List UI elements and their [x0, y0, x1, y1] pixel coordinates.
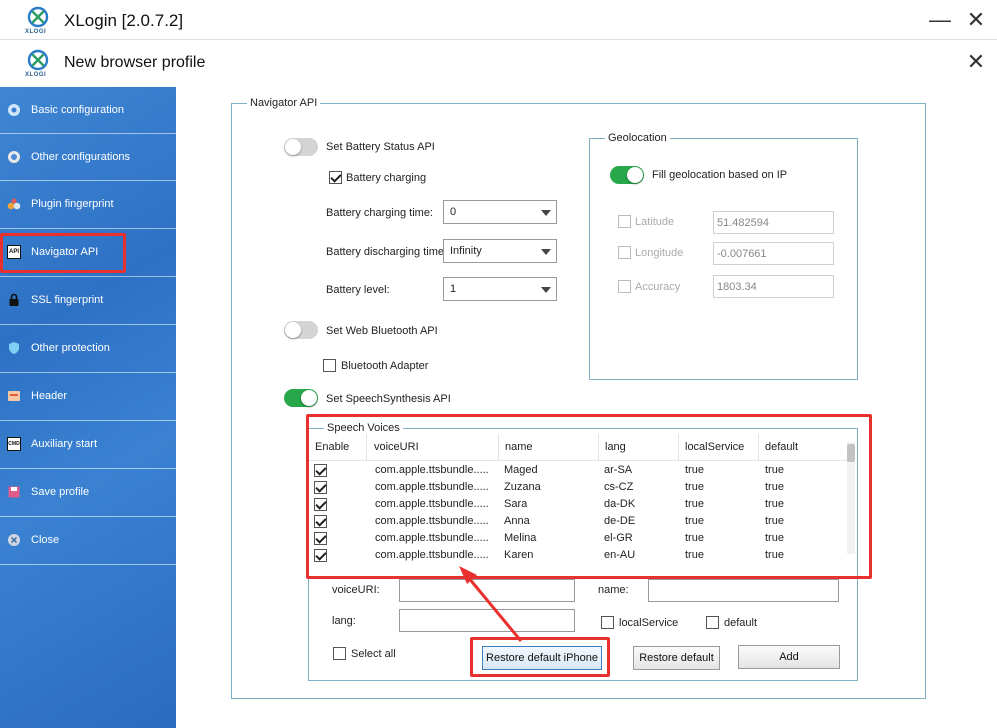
save-icon [7, 485, 21, 499]
battery-discharging-time-select[interactable]: Infinity [443, 239, 557, 263]
highlight-restore-iphone [470, 637, 610, 677]
highlight-speech-voices [306, 414, 872, 579]
sidebar-item-label: Other protection [31, 342, 110, 354]
toggle-knob [627, 167, 643, 183]
latitude-input[interactable]: 51.482594 [713, 211, 834, 234]
sidebar-item-save-profile[interactable]: Save profile [0, 469, 176, 517]
dialog-title: New browser profile [64, 54, 206, 71]
window-title: XLogin [2.0.7.2] [64, 11, 184, 30]
sidebar-item-label: Basic configuration [31, 104, 124, 116]
lang-label: lang: [332, 615, 356, 627]
xlogin-logo-small: XLOGI [23, 47, 53, 81]
dialog-close-button[interactable]: ✕ [964, 51, 988, 75]
cmd-icon: CMD [7, 437, 21, 451]
voiceuri-label: voiceURI: [332, 584, 380, 596]
protect-icon [7, 341, 21, 355]
geolocation-ip-toggle[interactable] [610, 166, 644, 184]
select-value: 0 [450, 206, 457, 218]
sidebar-item-plugin-fingerprint[interactable]: Plugin fingerprint [0, 181, 176, 229]
close-icon [7, 533, 21, 547]
web-bluetooth-toggle[interactable] [284, 321, 318, 339]
sidebar-item-label: Other configurations [31, 151, 131, 163]
name-label: name: [598, 584, 629, 596]
app-window: XLOGI XLogin [2.0.7.2] — ✕ XLOGI New bro… [0, 0, 997, 728]
speech-synthesis-toggle[interactable] [284, 389, 318, 407]
default-label: default [724, 617, 758, 629]
sidebar: Basic configuration Other configurations… [0, 87, 176, 728]
xlogin-logo: XLOGI [23, 4, 53, 38]
localservice-checkbox[interactable] [601, 616, 614, 629]
bluetooth-adapter-label: Bluetooth Adapter [341, 360, 429, 372]
battery-status-toggle[interactable] [284, 138, 318, 156]
geolocation-ip-label: Fill geolocation based on IP [652, 169, 788, 181]
lang-input[interactable] [399, 609, 575, 632]
sidebar-item-other-protection[interactable]: Other protection [0, 325, 176, 373]
geolocation-title: Geolocation [605, 132, 670, 144]
toggle-knob [301, 390, 317, 406]
navigator-api-group-title: Navigator API [247, 97, 321, 109]
chevron-down-icon [541, 210, 551, 216]
minimize-button[interactable]: — [928, 9, 952, 33]
select-all-checkbox[interactable] [333, 647, 346, 660]
input-value: 51.482594 [717, 217, 769, 229]
select-value: 1 [450, 283, 457, 295]
input-value: 1803.34 [717, 281, 757, 293]
battery-level-label: Battery level: [326, 284, 390, 296]
highlight-navigator-api [0, 233, 126, 273]
window-close-button[interactable]: ✕ [964, 9, 988, 33]
toggle-knob [285, 322, 301, 338]
web-bluetooth-label: Set Web Bluetooth API [326, 325, 438, 337]
logo-text-small: XLOGI [25, 72, 47, 78]
accuracy-input[interactable]: 1803.34 [713, 275, 834, 298]
sidebar-item-ssl-fingerprint[interactable]: SSL fingerprint [0, 277, 176, 325]
restore-default-button[interactable]: Restore default [633, 646, 720, 670]
latitude-checkbox[interactable] [618, 215, 631, 228]
sidebar-item-label: Auxiliary start [31, 438, 98, 450]
voiceuri-input[interactable] [399, 579, 575, 602]
sidebar-item-other-configurations[interactable]: Other configurations [0, 134, 176, 181]
battery-level-select[interactable]: 1 [443, 277, 557, 301]
battery-discharging-time-label: Battery discharging time [326, 246, 444, 258]
sidebar-item-label: Plugin fingerprint [31, 198, 114, 210]
longitude-label: Longitude [635, 247, 684, 259]
accuracy-checkbox[interactable] [618, 280, 631, 293]
sidebar-item-close[interactable]: Close [0, 517, 176, 565]
battery-charging-time-label: Battery charging time: [326, 207, 433, 219]
battery-status-label: Set Battery Status API [326, 141, 435, 153]
longitude-input[interactable]: -0.007661 [713, 242, 834, 265]
default-checkbox[interactable] [706, 616, 719, 629]
sidebar-item-label: Header [31, 390, 68, 402]
chevron-down-icon [541, 249, 551, 255]
add-button[interactable]: Add [738, 645, 840, 669]
input-value: -0.007661 [717, 248, 767, 260]
toggle-knob [285, 139, 301, 155]
sidebar-item-label: SSL fingerprint [31, 294, 104, 306]
name-input[interactable] [648, 579, 839, 602]
lock-icon [7, 293, 21, 307]
chrome-icon [7, 150, 21, 164]
accuracy-label: Accuracy [635, 281, 681, 293]
header-icon [7, 389, 21, 403]
battery-charging-time-select[interactable]: 0 [443, 200, 557, 224]
basic-icon [7, 103, 21, 117]
title-bar: XLOGI XLogin [2.0.7.2] — ✕ [0, 0, 997, 40]
chevron-down-icon [541, 287, 551, 293]
latitude-label: Latitude [635, 216, 675, 228]
sidebar-item-basic-configuration[interactable]: Basic configuration [0, 87, 176, 134]
localservice-label: localService [619, 617, 679, 629]
plugin-icon [7, 197, 21, 211]
sidebar-item-auxiliary-start[interactable]: CMD Auxiliary start [0, 421, 176, 469]
select-value: Infinity [450, 245, 482, 257]
logo-text: XLOGI [25, 29, 47, 35]
sidebar-item-label: Save profile [31, 486, 90, 498]
sidebar-item-header[interactable]: Header [0, 373, 176, 421]
cmd-badge: CMD [7, 437, 21, 451]
battery-charging-label: Battery charging [346, 172, 427, 184]
longitude-checkbox[interactable] [618, 246, 631, 259]
bluetooth-adapter-checkbox[interactable] [323, 359, 336, 372]
sidebar-item-label: Close [31, 534, 60, 546]
select-all-label: Select all [351, 648, 396, 660]
speech-synthesis-label: Set SpeechSynthesis API [326, 393, 451, 405]
battery-charging-checkbox[interactable] [329, 171, 342, 184]
